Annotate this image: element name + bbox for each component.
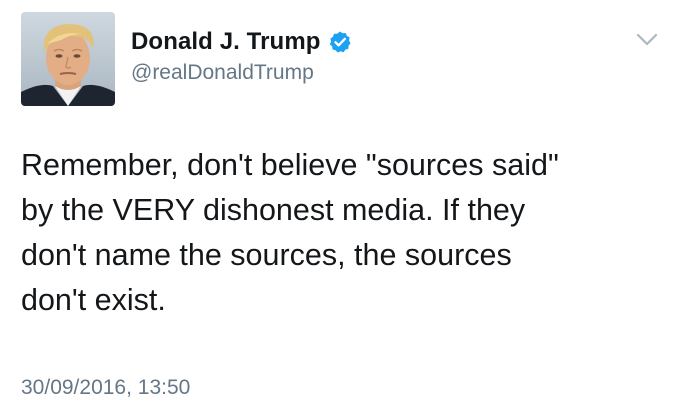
profile-photo-icon xyxy=(21,12,115,106)
author-name-row[interactable]: Donald J. Trump xyxy=(131,27,352,57)
avatar[interactable] xyxy=(21,12,115,106)
tweet-text: Remember, don't believe "sources said" b… xyxy=(21,148,559,317)
author-display-name[interactable]: Donald J. Trump xyxy=(131,28,321,56)
chevron-down-icon[interactable] xyxy=(636,33,658,47)
tweet-timestamp[interactable]: 30/09/2016, 13:50 xyxy=(21,376,190,400)
author-handle[interactable]: @realDonaldTrump xyxy=(131,61,314,85)
verified-badge-icon xyxy=(328,30,352,54)
tweet-card: Donald J. Trump @realDonaldTrump Remembe… xyxy=(0,0,680,419)
